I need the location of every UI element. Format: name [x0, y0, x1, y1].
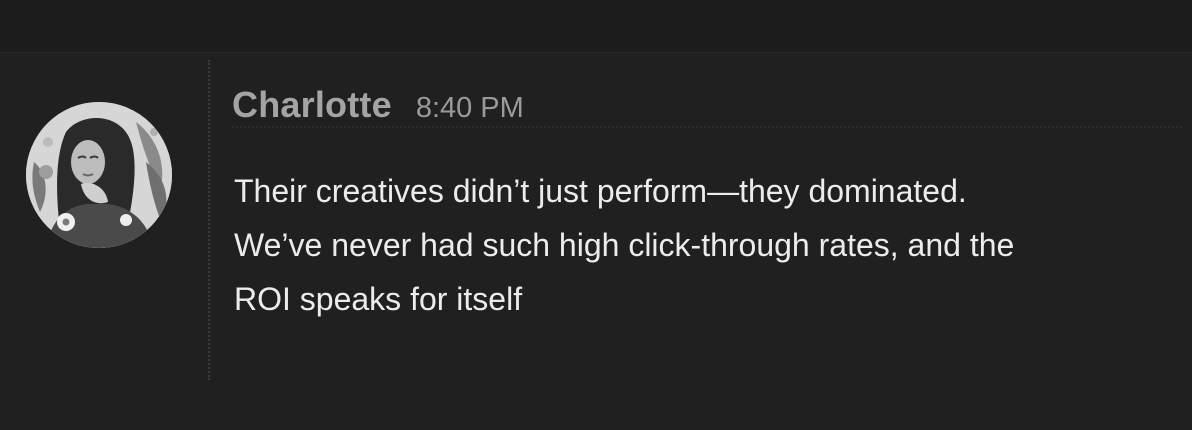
header-rule	[232, 126, 1182, 128]
chat-message: Charlotte 8:40 PM Their creatives didn’t…	[0, 52, 1192, 430]
message-line: We’ve never had such high click-through …	[234, 227, 1015, 263]
chat-window: Charlotte 8:40 PM Their creatives didn’t…	[0, 0, 1192, 430]
message-body: Their creatives didn’t just perform—they…	[234, 164, 1174, 326]
message-line: Their creatives didn’t just perform—they…	[234, 173, 967, 209]
avatar-image	[26, 102, 172, 248]
message-line: ROI speaks for itself	[234, 281, 523, 317]
message-header: Charlotte 8:40 PM	[232, 84, 524, 128]
message-gutter-divider	[208, 60, 210, 380]
avatar[interactable]	[26, 102, 172, 248]
author-name[interactable]: Charlotte	[232, 84, 392, 126]
message-timestamp: 8:40 PM	[415, 92, 524, 124]
previous-message-area	[0, 0, 1192, 53]
